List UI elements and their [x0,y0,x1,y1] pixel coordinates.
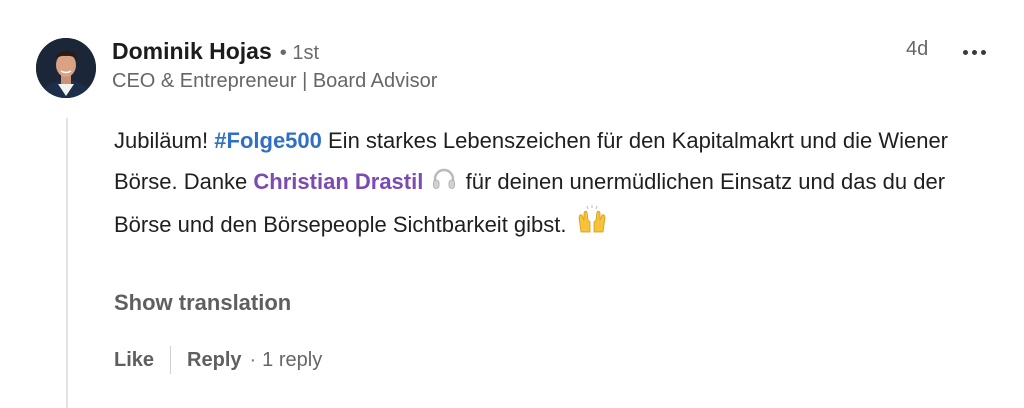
action-divider [170,346,172,374]
connection-degree: • 1st [279,42,320,64]
more-options-button[interactable] [956,38,992,66]
name-row: Dominik Hojas • 1st [112,38,437,70]
comment-card: Dominik Hojas • 1st CEO & Entrepreneur |… [0,0,1024,408]
comment-text-part: Jubiläum! [114,128,215,153]
ellipsis-icon [962,49,968,55]
ellipsis-icon [971,49,977,55]
raised-hands-icon [575,204,609,247]
ellipsis-icon [980,49,986,55]
mention-link[interactable]: Christian Drastil [253,169,423,194]
show-translation-button[interactable]: Show translation [114,290,291,316]
thread-line [66,118,68,408]
action-separator: · [249,348,257,371]
headphones-icon [431,163,457,204]
like-button[interactable]: Like [114,349,154,372]
reply-button[interactable]: Reply [187,349,241,372]
reply-count-link[interactable]: 1 reply [262,349,322,372]
comment-timestamp: 4d [906,38,929,60]
author-headline: CEO & Entrepreneur | Board Advisor [112,70,438,92]
avatar[interactable] [36,38,96,98]
comment-actions: Like Reply · 1 reply [114,344,322,376]
comment-text: Jubiläum! #Folge500 Ein starkes Lebensze… [114,120,994,247]
hashtag-link[interactable]: #Folge500 [214,128,322,153]
author-name[interactable]: Dominik Hojas [112,38,272,65]
avatar-image [36,38,96,98]
comment-header: Dominik Hojas • 1st CEO & Entrepreneur |… [112,38,437,93]
